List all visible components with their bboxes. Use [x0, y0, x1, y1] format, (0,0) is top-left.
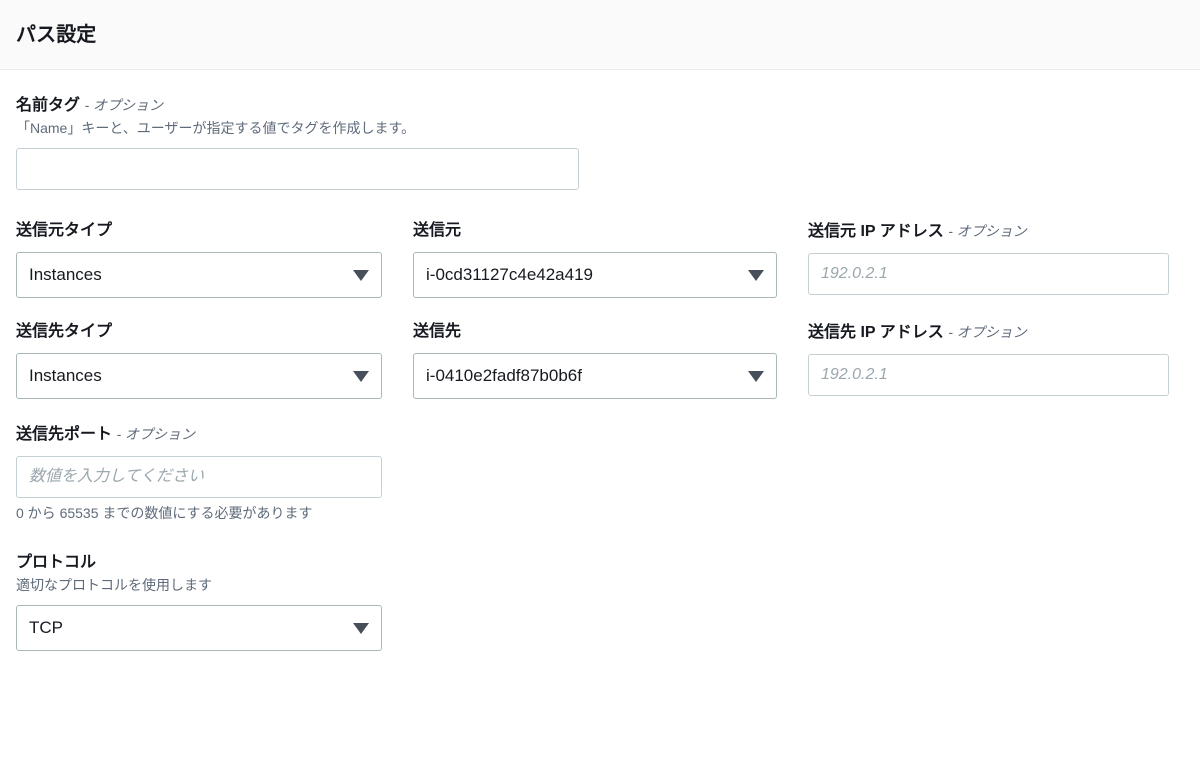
destination-select[interactable]: i-0410e2fadf87b0b6f: [413, 353, 777, 399]
destination-ip-optional-suffix: - オプション: [948, 324, 1027, 340]
destination-port-optional-suffix: - オプション: [116, 426, 196, 442]
field-protocol: プロトコル 適切なプロトコルを使用します TCP: [16, 552, 413, 651]
field-source-ip: 送信元 IP アドレス - オプション: [808, 220, 1170, 295]
source-row: 送信元タイプ Instances 送信元 i-0cd31127c4e42a419: [16, 220, 1184, 298]
destination-ip-label: 送信先 IP アドレス - オプション: [808, 321, 1170, 344]
source-type-value: Instances: [29, 265, 102, 284]
field-source-type: 送信元タイプ Instances: [16, 220, 413, 298]
chevron-down-icon: [748, 370, 764, 382]
chevron-down-icon: [353, 370, 369, 382]
destination-port-label: 送信先ポート - オプション: [16, 423, 413, 446]
page-title: パス設定: [16, 23, 97, 46]
path-settings-panel: パス設定 名前タグ - オプション 「Name」キーと、ユーザーが指定する値でタ…: [0, 0, 1200, 781]
source-value: i-0cd31127c4e42a419: [426, 265, 593, 284]
name-tag-description: 「Name」キーと、ユーザーが指定する値でタグを作成します。: [16, 120, 416, 136]
destination-port-input[interactable]: [16, 456, 382, 498]
source-ip-optional-suffix: - オプション: [948, 223, 1027, 239]
field-source: 送信元 i-0cd31127c4e42a419: [413, 220, 808, 298]
destination-label: 送信先: [413, 323, 462, 340]
field-name-tag: 名前タグ - オプション 「Name」キーと、ユーザーが指定する値でタグを作成し…: [16, 94, 1184, 190]
name-tag-label-text: 名前タグ: [16, 97, 81, 114]
name-tag-label: 名前タグ - オプション: [16, 94, 1184, 117]
protocol-description: 適切なプロトコルを使用します: [16, 577, 212, 593]
destination-type-label: 送信先タイプ: [16, 323, 113, 340]
chevron-down-icon: [353, 269, 369, 281]
protocol-value: TCP: [29, 618, 63, 637]
destination-port-label-text: 送信先ポート: [16, 426, 113, 443]
source-label: 送信元: [413, 222, 462, 239]
destination-port-hint: 0 から 65535 までの数値にする必要があります: [16, 505, 313, 521]
source-ip-label-text: 送信元 IP アドレス: [808, 223, 944, 240]
protocol-label: プロトコル: [16, 554, 97, 571]
source-select[interactable]: i-0cd31127c4e42a419: [413, 252, 777, 298]
destination-row: 送信先タイプ Instances 送信先 i-0410e2fadf87b0b6f: [16, 321, 1184, 399]
destination-value: i-0410e2fadf87b0b6f: [426, 366, 582, 385]
destination-type-value: Instances: [29, 366, 102, 385]
destination-ip-label-text: 送信先 IP アドレス: [808, 324, 944, 341]
name-tag-optional-suffix: - オプション: [84, 97, 164, 113]
source-ip-input[interactable]: [808, 253, 1169, 295]
protocol-select[interactable]: TCP: [16, 605, 382, 651]
field-destination: 送信先 i-0410e2fadf87b0b6f: [413, 321, 808, 399]
destination-ip-input[interactable]: [808, 354, 1169, 396]
chevron-down-icon: [353, 622, 369, 634]
chevron-down-icon: [748, 269, 764, 281]
destination-type-select[interactable]: Instances: [16, 353, 382, 399]
field-destination-port: 送信先ポート - オプション 0 から 65535 までの数値にする必要がありま…: [16, 423, 413, 523]
source-type-label: 送信元タイプ: [16, 222, 113, 239]
name-tag-input[interactable]: [16, 148, 579, 190]
panel-body: 名前タグ - オプション 「Name」キーと、ユーザーが指定する値でタグを作成し…: [0, 70, 1200, 651]
source-ip-label: 送信元 IP アドレス - オプション: [808, 220, 1170, 243]
panel-header: パス設定: [0, 0, 1200, 70]
source-type-select[interactable]: Instances: [16, 252, 382, 298]
field-destination-type: 送信先タイプ Instances: [16, 321, 413, 399]
field-destination-ip: 送信先 IP アドレス - オプション: [808, 321, 1170, 396]
